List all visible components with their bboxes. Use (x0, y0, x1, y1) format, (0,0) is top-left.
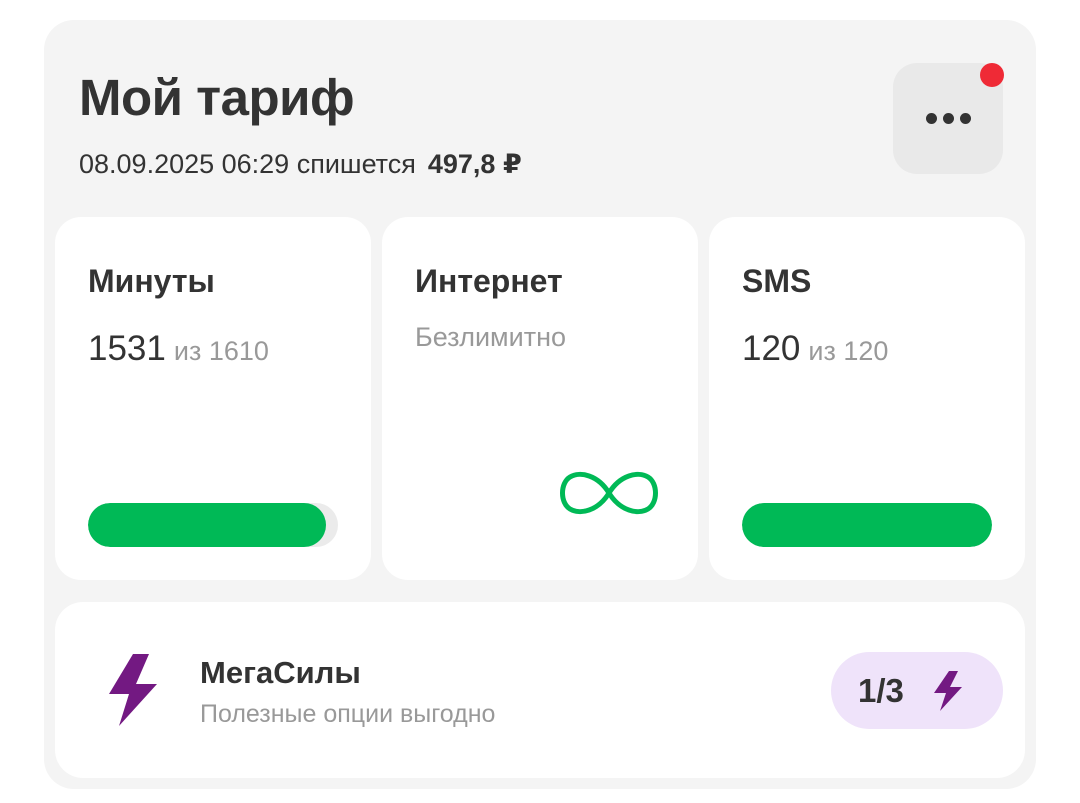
internet-status: Безлимитно (415, 322, 566, 352)
minutes-progress-fill (88, 503, 326, 547)
charge-date-text: 08.09.2025 06:29 спишется (79, 149, 416, 179)
sms-tile[interactable]: SMS 120 из 120 (709, 217, 1025, 580)
more-dots-icon-dot-3 (959, 113, 971, 124)
sms-total: из 120 (808, 336, 889, 366)
minutes-tile[interactable]: Минуты 1531 из 1610 (55, 217, 371, 580)
sms-value: 120 из 120 (742, 327, 888, 378)
internet-tile[interactable]: Интернет Безлимитно (382, 217, 698, 580)
minutes-remaining: 1531 (88, 329, 166, 368)
charge-amount: 497,8 ₽ (427, 149, 522, 179)
megasily-counter: 1/3 (858, 672, 904, 709)
minutes-progress-bar (88, 503, 338, 547)
internet-title: Интернет (415, 263, 563, 299)
minutes-title: Минуты (88, 263, 215, 299)
infinity-icon (560, 471, 658, 515)
sms-remaining: 120 (742, 329, 801, 368)
megasily-counter-badge[interactable]: 1/3 (831, 652, 1003, 729)
lightning-icon (109, 654, 157, 726)
more-dots-icon (925, 113, 937, 124)
megasily-title: МегаСилы (200, 655, 361, 690)
sms-progress-bar (742, 503, 992, 547)
megasily-subtitle: Полезные опции выгодно (200, 700, 496, 728)
megasily-card[interactable]: МегаСилы Полезные опции выгодно 1/3 (55, 602, 1025, 778)
more-dots-icon-dot-2 (942, 113, 954, 124)
minutes-total: из 1610 (173, 336, 269, 366)
notification-dot (980, 63, 1004, 87)
page-title: Мой тариф (79, 69, 355, 126)
lightning-small-icon (934, 671, 962, 711)
sms-progress-fill (742, 503, 992, 547)
sms-title: SMS (742, 263, 812, 299)
minutes-value: 1531 из 1610 (88, 327, 269, 378)
charge-info: 08.09.2025 06:29 спишется 497,8 ₽ (79, 146, 522, 182)
